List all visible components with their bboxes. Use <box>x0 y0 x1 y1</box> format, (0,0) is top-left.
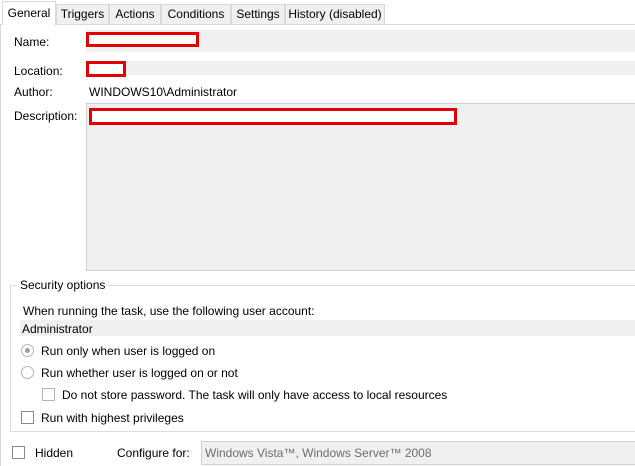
name-redaction <box>86 32 199 47</box>
author-label: Author: <box>14 85 53 99</box>
tab-actions[interactable]: Actions <box>109 4 161 24</box>
run-whether-label[interactable]: Run whether user is logged on or not <box>41 366 238 380</box>
account-prompt: When running the task, use the following… <box>23 304 315 318</box>
description-redaction <box>89 108 457 125</box>
location-label: Location: <box>14 64 63 78</box>
panel-border <box>0 24 1 466</box>
tab-strip: General Triggers Actions Conditions Sett… <box>0 0 635 25</box>
name-label: Name: <box>14 35 50 49</box>
description-field[interactable] <box>86 103 635 271</box>
run-logged-on-radio[interactable] <box>21 344 34 357</box>
tab-conditions[interactable]: Conditions <box>161 4 231 24</box>
tab-triggers[interactable]: Triggers <box>56 4 109 24</box>
no-store-password-checkbox[interactable] <box>42 388 55 401</box>
hidden-label[interactable]: Hidden <box>35 446 73 460</box>
user-account-field <box>20 320 635 336</box>
configure-for-label: Configure for: <box>117 446 190 460</box>
highest-privileges-checkbox[interactable] <box>21 411 34 424</box>
author-value: WINDOWS10\Administrator <box>89 85 238 99</box>
user-account-value: Administrator <box>22 322 93 336</box>
hidden-checkbox[interactable] <box>12 446 25 459</box>
location-field <box>86 61 635 75</box>
tab-general[interactable]: General <box>2 1 56 25</box>
configure-for-value: Windows Vista™, Windows Server™ 2008 <box>205 446 432 460</box>
run-logged-on-label[interactable]: Run only when user is logged on <box>41 344 215 358</box>
run-whether-radio[interactable] <box>21 366 34 379</box>
location-redaction <box>86 61 126 77</box>
tab-settings[interactable]: Settings <box>231 4 285 24</box>
tab-divider <box>0 24 635 25</box>
description-label: Description: <box>14 109 78 123</box>
tab-history[interactable]: History (disabled) <box>285 4 385 24</box>
highest-privileges-label[interactable]: Run with highest privileges <box>41 411 184 425</box>
no-store-password-label[interactable]: Do not store password. The task will onl… <box>62 388 447 402</box>
security-options-legend: Security options <box>17 278 109 292</box>
